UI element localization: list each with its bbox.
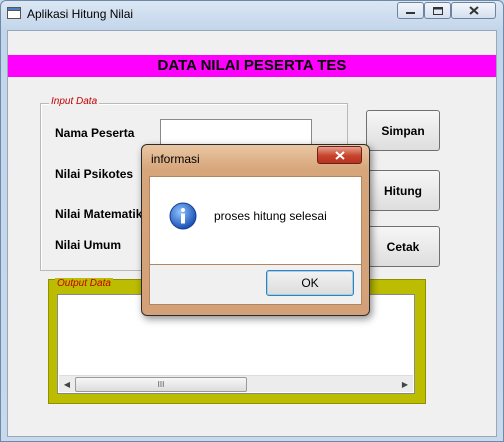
cetak-button[interactable]: Cetak bbox=[366, 226, 440, 267]
scroll-thumb[interactable]: III bbox=[75, 377, 247, 392]
app-icon bbox=[7, 7, 21, 19]
maximize-button[interactable] bbox=[424, 2, 451, 19]
window-title: Aplikasi Hitung Nilai bbox=[27, 7, 134, 21]
dialog-message: proses hitung selesai bbox=[214, 209, 327, 223]
close-button[interactable] bbox=[451, 2, 496, 19]
field-label-nilai-umum: Nilai Umum bbox=[55, 238, 122, 252]
field-label-nama-peserta: Nama Peserta bbox=[55, 126, 135, 140]
close-icon bbox=[468, 6, 479, 15]
output-group-label: Output Data bbox=[55, 278, 113, 289]
nama-peserta-input[interactable] bbox=[160, 119, 312, 145]
horizontal-scrollbar[interactable]: ◀ III ▶ bbox=[59, 375, 413, 392]
ok-button[interactable]: OK bbox=[266, 270, 354, 296]
field-label-nilai-psikotes: Nilai Psikotes bbox=[55, 167, 134, 181]
hitung-button[interactable]: Hitung bbox=[366, 170, 440, 211]
info-icon bbox=[169, 202, 197, 230]
dialog-close-button[interactable] bbox=[317, 146, 362, 164]
maximize-icon bbox=[432, 6, 443, 15]
input-group-label: Input Data bbox=[49, 96, 100, 107]
title-bar[interactable]: Aplikasi Hitung Nilai bbox=[1, 1, 503, 27]
dialog-title: informasi bbox=[151, 152, 200, 166]
page-title-banner: DATA NILAI PESERTA TES bbox=[8, 55, 496, 77]
scroll-right-icon[interactable]: ▶ bbox=[397, 376, 413, 392]
field-label-nilai-matematika: Nilai Matematika bbox=[55, 207, 150, 221]
info-dialog: informasi proses hitung selesai OK bbox=[141, 144, 370, 316]
minimize-icon bbox=[406, 11, 415, 14]
close-icon bbox=[334, 150, 345, 160]
minimize-button[interactable] bbox=[397, 2, 424, 19]
simpan-button[interactable]: Simpan bbox=[366, 110, 440, 151]
scroll-left-icon[interactable]: ◀ bbox=[59, 376, 75, 392]
